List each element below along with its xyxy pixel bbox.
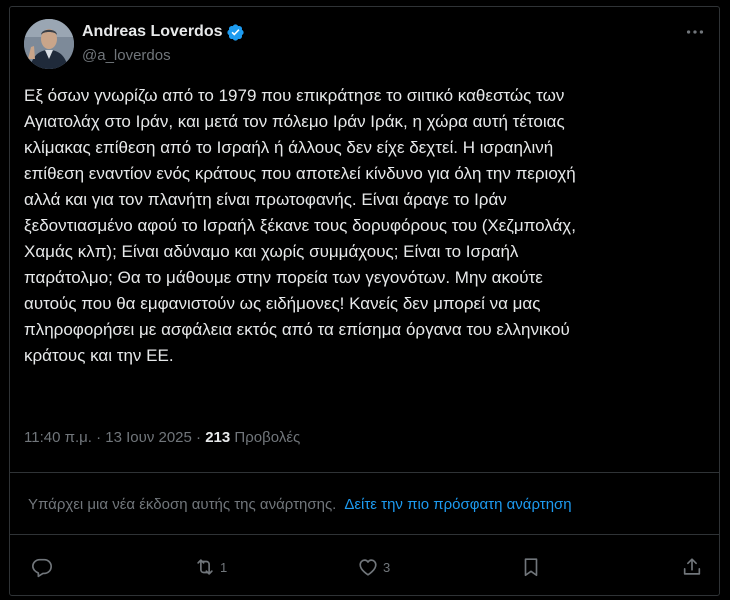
post-text: Εξ όσων γνωρίζω από το 1979 που επικράτη… — [24, 86, 576, 365]
meta-separator-2: · — [196, 429, 202, 446]
verified-badge-icon[interactable] — [226, 23, 245, 42]
like-button[interactable]: 3 — [357, 552, 390, 582]
bookmark-icon — [524, 558, 538, 577]
post-metadata: 11:40 π.μ. · 13 Ιουν 2025 · 213 Προβολές — [24, 429, 300, 446]
display-name[interactable]: Andreas Loverdos — [82, 23, 222, 41]
reply-button[interactable] — [31, 552, 57, 582]
post-time[interactable]: 11:40 π.μ. — [24, 429, 92, 446]
repost-button[interactable]: 1 — [194, 552, 227, 582]
divider-top — [10, 472, 719, 473]
edit-notice: Υπάρχει μια νέα έκδοση αυτής της ανάρτησ… — [28, 496, 572, 513]
more-options-icon[interactable] — [684, 21, 706, 43]
display-name-row: Andreas Loverdos — [82, 21, 245, 43]
share-icon — [683, 558, 701, 575]
views-count: 213 — [205, 429, 231, 446]
bookmark-button[interactable] — [520, 552, 542, 582]
divider-bottom — [10, 534, 719, 535]
meta-separator: · — [96, 429, 102, 446]
repost-count: 1 — [220, 559, 228, 575]
like-count: 3 — [383, 559, 391, 575]
avatar-portrait-icon — [24, 19, 74, 69]
views-label: Προβολές — [234, 429, 301, 446]
post-date[interactable]: 13 Ιουν 2025 — [105, 429, 192, 446]
edit-notice-text: Υπάρχει μια νέα έκδοση αυτής της ανάρτησ… — [28, 496, 337, 513]
repost-icon — [197, 559, 213, 575]
share-button[interactable] — [681, 552, 703, 582]
action-bar: 1 3 — [0, 552, 730, 582]
reply-icon — [32, 558, 52, 578]
like-icon — [359, 559, 377, 576]
author-handle[interactable]: @a_loverdos — [82, 47, 245, 64]
avatar[interactable] — [24, 19, 74, 69]
latest-version-link[interactable]: Δείτε την πιο πρόσφατη ανάρτηση — [344, 496, 571, 513]
post-header: Andreas Loverdos @a_loverdos — [24, 19, 714, 71]
author-names: Andreas Loverdos @a_loverdos — [82, 21, 245, 64]
